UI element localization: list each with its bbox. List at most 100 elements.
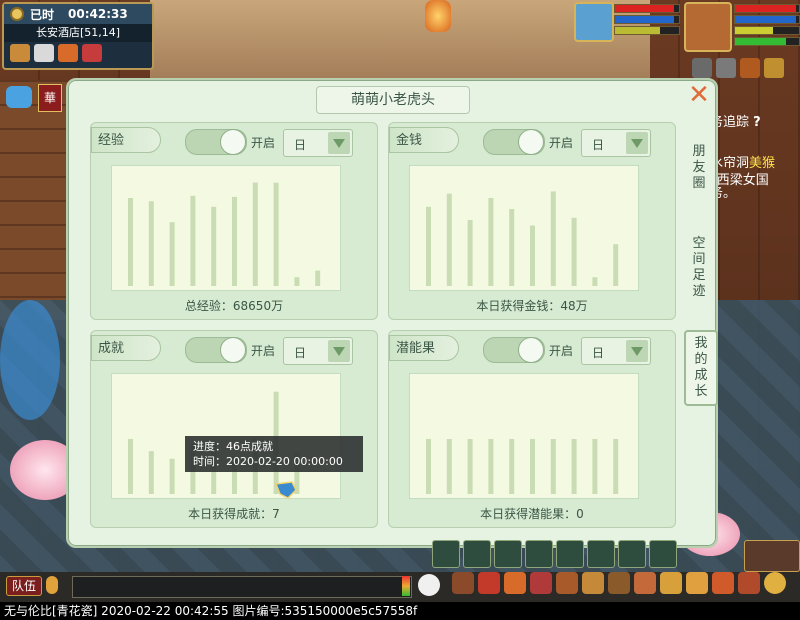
period-select[interactable]: 日 — [581, 337, 651, 365]
attack-icon[interactable] — [452, 572, 474, 594]
skill-icon[interactable] — [716, 58, 736, 78]
toggle-knob[interactable] — [220, 129, 246, 155]
chart-bar[interactable] — [467, 220, 473, 286]
team-icon[interactable] — [556, 572, 578, 594]
close-button[interactable]: ✕ — [687, 82, 711, 108]
location-label[interactable]: 长安酒店[51,14] — [4, 24, 152, 42]
smile-icon[interactable] — [764, 572, 786, 594]
hotbar-slot[interactable] — [587, 540, 615, 568]
hotbar-slot[interactable] — [556, 540, 584, 568]
chart-bar[interactable] — [128, 198, 133, 286]
friends-icon[interactable] — [660, 572, 682, 594]
chart-bar[interactable] — [148, 201, 154, 286]
flower-icon[interactable]: 華 — [38, 84, 62, 112]
chart-bar[interactable] — [488, 198, 494, 286]
toggle-knob[interactable] — [220, 337, 246, 363]
toggle-switch[interactable] — [185, 129, 247, 155]
chart-bar[interactable] — [592, 277, 598, 286]
search-icon[interactable] — [34, 44, 54, 62]
chart-bar[interactable] — [571, 439, 577, 494]
toggle-switch[interactable] — [483, 129, 545, 155]
chart-bar[interactable] — [530, 439, 535, 494]
system-icon[interactable] — [738, 572, 760, 594]
help-icon[interactable]: ? — [753, 115, 761, 130]
chevron-down-icon[interactable] — [626, 132, 648, 154]
hotbar-slot[interactable] — [463, 540, 491, 568]
chart-bar[interactable] — [169, 222, 175, 286]
hotbar-slot[interactable] — [525, 540, 553, 568]
chart-bar[interactable] — [613, 244, 619, 286]
tab-friends-circle[interactable]: 朋友圈 — [684, 144, 714, 192]
player-hp-bar — [734, 4, 800, 13]
chart-bar[interactable] — [190, 195, 196, 286]
chart-bar[interactable] — [592, 439, 598, 494]
chart-bar[interactable] — [488, 439, 494, 494]
chart-bar[interactable] — [550, 191, 556, 286]
house-icon[interactable] — [744, 540, 800, 572]
chart-bar[interactable] — [294, 277, 300, 286]
chart-bar[interactable] — [169, 458, 175, 494]
guild-icon[interactable] — [634, 572, 656, 594]
chevron-down-icon[interactable] — [328, 340, 350, 362]
team-icon[interactable] — [764, 58, 784, 78]
chart-bar[interactable] — [426, 439, 431, 494]
chart-bar[interactable] — [550, 439, 556, 494]
toggle-knob[interactable] — [518, 337, 544, 363]
chart-bar[interactable] — [426, 206, 431, 286]
hotbar-slot[interactable] — [432, 540, 460, 568]
period-select[interactable]: 日 — [283, 337, 353, 365]
chart-bar[interactable] — [509, 209, 515, 286]
chart-bar[interactable] — [613, 439, 619, 494]
hotbar-slot[interactable] — [494, 540, 522, 568]
item-icon[interactable] — [478, 572, 500, 594]
player-portrait[interactable] — [684, 2, 732, 52]
map-icon[interactable] — [10, 44, 30, 62]
period-select[interactable]: 日 — [581, 129, 651, 157]
chat-volume-icon[interactable] — [402, 576, 410, 596]
task-icon[interactable] — [608, 572, 630, 594]
pet-menu-icon[interactable] — [582, 572, 604, 594]
toggle-knob[interactable] — [518, 129, 544, 155]
chart-bar[interactable] — [211, 206, 217, 286]
team-button[interactable]: 队伍 — [6, 576, 42, 596]
chat-input[interactable] — [72, 576, 412, 598]
hotbar-slot[interactable] — [649, 540, 677, 568]
period-select[interactable]: 日 — [283, 129, 353, 157]
chart-bar[interactable] — [446, 193, 452, 286]
chart-bar[interactable] — [530, 225, 535, 287]
tab-space-footprint[interactable]: 空间足迹 — [684, 236, 714, 300]
chart-bar[interactable] — [571, 217, 577, 286]
chart-bar[interactable] — [273, 182, 279, 286]
toggle-switch[interactable] — [483, 337, 545, 363]
trade-icon[interactable] — [530, 572, 552, 594]
quest-highlight[interactable]: 美猴 — [749, 156, 775, 171]
pet-portrait[interactable] — [574, 2, 614, 42]
chart-bar[interactable] — [446, 439, 452, 494]
gear-icon[interactable] — [10, 7, 24, 21]
microphone-icon[interactable] — [46, 576, 58, 594]
tab-my-growth[interactable]: 我的成长 — [684, 330, 718, 406]
quest-tracker[interactable]: 务追踪 ? 水帘洞美猴 “西梁女国 务。 — [710, 110, 800, 202]
chevron-down-icon[interactable] — [328, 132, 350, 154]
arrow-icon[interactable] — [740, 58, 760, 78]
chart-bar[interactable] — [232, 196, 237, 286]
emote-icon[interactable] — [418, 574, 440, 596]
chart-bar[interactable] — [467, 439, 473, 494]
calendar-icon[interactable] — [82, 44, 102, 62]
chart-bar[interactable] — [509, 439, 515, 494]
chart-bar[interactable] — [252, 182, 258, 286]
bag-icon[interactable] — [58, 44, 78, 62]
give-icon[interactable] — [504, 572, 526, 594]
npc-figure[interactable] — [0, 300, 60, 420]
chart-bar[interactable] — [128, 439, 133, 494]
chevron-down-icon[interactable] — [626, 340, 648, 362]
chart-bar[interactable] — [315, 270, 321, 286]
settings-icon[interactable] — [692, 58, 712, 78]
toggle-switch[interactable] — [185, 337, 247, 363]
pet-icon[interactable] — [6, 86, 32, 108]
card-summary: 本日获得成就：7 — [188, 507, 280, 521]
chart-bar[interactable] — [148, 451, 154, 494]
hotbar-slot[interactable] — [618, 540, 646, 568]
mall-icon[interactable] — [686, 572, 708, 594]
shop-icon[interactable] — [712, 572, 734, 594]
